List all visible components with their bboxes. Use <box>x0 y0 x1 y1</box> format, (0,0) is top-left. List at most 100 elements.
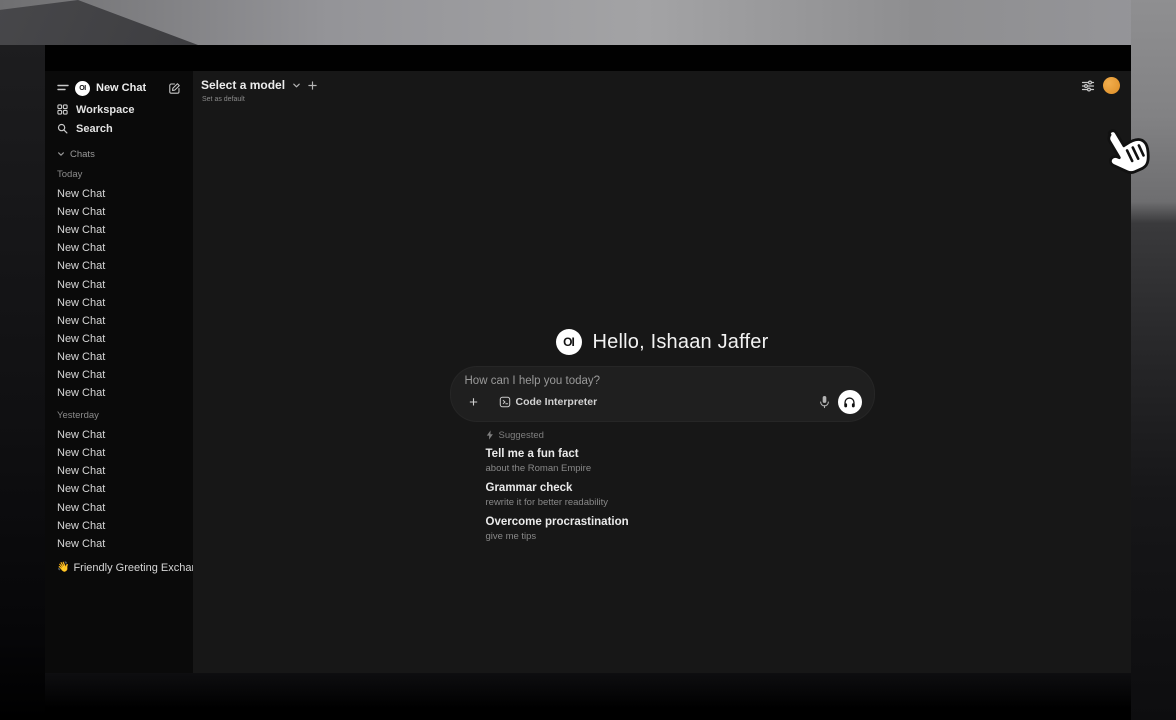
sidebar-item-workspace[interactable]: Workspace <box>55 100 183 119</box>
chat-item-title: Friendly Greeting Exchange <box>73 562 193 574</box>
model-selector-label[interactable]: Select a model <box>201 78 285 92</box>
chat-list-item[interactable]: New Chat <box>55 426 183 444</box>
greeting: OI Hello, Ishaan Jaffer <box>556 327 769 357</box>
chat-item-title[interactable]: New Chat <box>57 333 105 345</box>
search-icon <box>57 123 68 134</box>
suggested-prompt[interactable]: Tell me a fun factabout the Roman Empire <box>486 448 874 475</box>
chat-item-title[interactable]: New Chat <box>57 369 105 381</box>
chat-group-label: Yesterday <box>57 410 181 422</box>
chat-item-title[interactable]: New Chat <box>57 483 105 495</box>
sidebar-title: New Chat <box>96 82 146 94</box>
search-label: Search <box>76 123 113 135</box>
chat-list-item[interactable]: New Chat <box>55 294 183 312</box>
voice-call-button[interactable] <box>838 390 862 414</box>
wallpaper-right <box>1131 0 1176 720</box>
chat-item-title[interactable]: New Chat <box>57 242 105 254</box>
chevron-down-icon <box>57 150 65 158</box>
chat-list-item[interactable]: New Chat <box>55 330 183 348</box>
chat-input-container[interactable]: + Code Interpreter <box>451 367 874 421</box>
chats-section-toggle[interactable]: Chats <box>55 147 183 161</box>
suggested-prompt-subtitle: give me tips <box>486 531 874 543</box>
suggested-prompt[interactable]: Grammar checkrewrite it for better reada… <box>486 482 874 509</box>
add-model-icon[interactable] <box>308 81 317 90</box>
chat-item-title[interactable]: New Chat <box>57 188 105 200</box>
chat-item-title[interactable]: New Chat <box>57 447 105 459</box>
chat-list-item[interactable]: New Chat <box>55 517 183 535</box>
code-interpreter-icon <box>499 396 511 408</box>
settings-sliders-icon[interactable] <box>1081 79 1095 93</box>
chat-item-title[interactable]: New Chat <box>57 315 105 327</box>
wallpaper-bottom <box>45 673 1131 720</box>
suggested-label: Suggested <box>499 430 544 441</box>
chat-list-item[interactable]: New Chat <box>55 462 183 480</box>
model-selector[interactable]: Select a model <box>201 78 317 92</box>
app-logo: OI <box>75 81 90 96</box>
chat-list-item[interactable]: New Chat <box>55 221 183 239</box>
sidebar-header: OI New Chat <box>57 79 181 97</box>
chat-input-toolbar: + Code Interpreter <box>465 390 862 414</box>
code-interpreter-toggle[interactable]: Code Interpreter <box>499 396 598 408</box>
workspace-label: Workspace <box>76 104 135 116</box>
wallpaper-left <box>0 45 45 720</box>
chat-history: TodayNew ChatNew ChatNew ChatNew ChatNew… <box>55 169 183 553</box>
new-chat-icon[interactable] <box>168 82 181 95</box>
suggested-prompt-title: Grammar check <box>486 482 874 496</box>
chat-item-title[interactable]: New Chat <box>57 538 105 550</box>
suggested-prompt[interactable]: Overcome procrastinationgive me tips <box>486 516 874 543</box>
desktop: OI New Chat Workspace <box>0 0 1176 720</box>
suggested-prompt-title: Tell me a fun fact <box>486 448 874 462</box>
greeting-text: Hello, Ishaan Jaffer <box>593 331 769 354</box>
suggested-header: Suggested <box>486 429 874 441</box>
app-window: OI New Chat Workspace <box>45 45 1131 673</box>
user-avatar[interactable] <box>1103 77 1120 94</box>
chat-list-item[interactable]: New Chat <box>55 499 183 517</box>
chat-list-item[interactable]: New Chat <box>55 444 183 462</box>
chat-group-list: New Chat New Chat New Chat New Chat New Chat… <box>55 426 183 553</box>
chat-list-item[interactable]: New Chat <box>55 239 183 257</box>
chat-item-title[interactable]: New Chat <box>57 387 105 399</box>
chat-list-item[interactable]: New Chat <box>55 312 183 330</box>
set-as-default-link[interactable]: Set as default <box>202 96 245 103</box>
chat-item-title[interactable]: New Chat <box>57 502 105 514</box>
suggested-list: Tell me a fun factabout the Roman Empire… <box>486 448 874 543</box>
window-title-bar <box>45 45 1131 71</box>
chat-item-friendly-greeting[interactable]: 👋 Friendly Greeting Exchange <box>57 562 181 574</box>
suggested-prompt-title: Overcome procrastination <box>486 516 874 530</box>
attach-plus-button[interactable]: + <box>465 393 483 411</box>
chat-list-item[interactable]: New Chat <box>55 366 183 384</box>
chat-item-title[interactable]: New Chat <box>57 465 105 477</box>
chat-item-title[interactable]: New Chat <box>57 260 105 272</box>
chat-list-item[interactable]: New Chat <box>55 257 183 275</box>
chat-item-title[interactable]: New Chat <box>57 351 105 363</box>
app-logo-large: OI <box>556 329 582 355</box>
wave-emoji-icon: 👋 <box>57 562 69 573</box>
welcome-area: OI Hello, Ishaan Jaffer + Code Interpret… <box>193 327 1131 543</box>
sidebar: OI New Chat Workspace <box>45 71 193 673</box>
chat-item-title[interactable]: New Chat <box>57 429 105 441</box>
suggested-prompt-subtitle: about the Roman Empire <box>486 463 874 475</box>
chat-item-title[interactable]: New Chat <box>57 520 105 532</box>
chat-list-item[interactable]: New Chat <box>55 203 183 221</box>
headphones-icon <box>843 396 856 409</box>
chats-section-label: Chats <box>70 149 95 160</box>
sidebar-toggle-icon[interactable] <box>57 82 69 94</box>
chat-item-title[interactable]: New Chat <box>57 279 105 291</box>
model-chevron-down-icon[interactable] <box>292 81 301 90</box>
top-right-controls <box>1081 77 1120 94</box>
bolt-icon <box>486 430 494 440</box>
chat-group-list: New Chat New Chat New Chat New Chat New Chat… <box>55 185 183 402</box>
chat-list-item[interactable]: New Chat <box>55 185 183 203</box>
chat-list-item[interactable]: New Chat <box>55 384 183 402</box>
chat-list-item[interactable]: New Chat <box>55 480 183 498</box>
chat-item-title[interactable]: New Chat <box>57 206 105 218</box>
microphone-icon[interactable] <box>819 395 830 409</box>
chat-list-item[interactable]: New Chat <box>55 535 183 553</box>
suggested-prompts: Suggested Tell me a fun factabout the Ro… <box>451 429 874 543</box>
chat-item-title[interactable]: New Chat <box>57 297 105 309</box>
chat-list-item[interactable]: New Chat <box>55 348 183 366</box>
chat-item-title[interactable]: New Chat <box>57 224 105 236</box>
chat-input[interactable] <box>465 375 862 387</box>
sidebar-item-search[interactable]: Search <box>55 119 183 138</box>
chat-list-item[interactable]: New Chat <box>55 275 183 293</box>
suggested-prompt-subtitle: rewrite it for better readability <box>486 497 874 509</box>
